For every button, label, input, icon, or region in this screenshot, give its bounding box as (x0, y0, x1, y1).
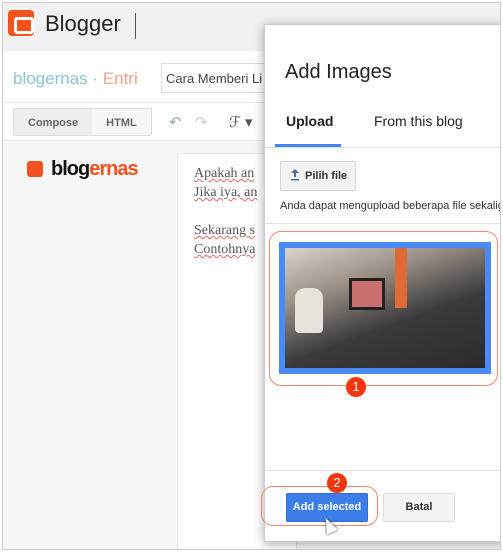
blogger-logo-icon[interactable] (8, 10, 34, 36)
blog-logo-icon (27, 161, 43, 177)
step-badge-1: 1 (346, 377, 366, 397)
font-dropdown[interactable]: ℱ ▾ (229, 113, 253, 131)
tab-upload[interactable]: Upload (286, 113, 333, 129)
compose-mode-button[interactable]: Compose (14, 109, 93, 135)
cancel-button[interactable]: Batal (383, 493, 455, 522)
upload-note: Anda dapat mengupload beberapa file seka… (280, 200, 501, 212)
photo-detail (349, 278, 385, 310)
photo-detail (395, 248, 407, 308)
uploaded-image-thumbnail[interactable] (279, 242, 491, 374)
dialog-title: Add Images (285, 61, 392, 83)
choose-file-button[interactable]: Pilih file (280, 161, 356, 191)
breadcrumb-blog[interactable]: blogernas (13, 69, 88, 88)
app-name: Blogger (45, 11, 121, 36)
divider (135, 13, 136, 39)
post-title-input[interactable]: Cara Memberi Li (161, 63, 281, 93)
html-mode-button[interactable]: HTML (92, 109, 151, 135)
divider (265, 223, 500, 224)
blogger-window: Blogger blogernas · Entri Cara Memberi L… (2, 2, 501, 550)
redo-icon[interactable]: ↷ (195, 113, 208, 131)
divider (265, 147, 500, 148)
undo-icon[interactable]: ↶ (169, 113, 182, 131)
upload-icon (291, 169, 299, 181)
editor-mode-switch: Compose HTML (13, 108, 152, 136)
divider (265, 470, 500, 471)
blog-logo: blogernas (27, 158, 139, 181)
step-badge-2: 2 (327, 473, 347, 493)
breadcrumb: blogernas · Entri (13, 69, 138, 89)
tab-from-this-blog[interactable]: From this blog (374, 113, 463, 129)
breadcrumb-sep: · (87, 69, 103, 88)
photo-detail (295, 288, 323, 333)
add-images-dialog: Add Images Upload From this blog Pilih f… (261, 24, 501, 542)
breadcrumb-section: Entri (102, 69, 138, 88)
